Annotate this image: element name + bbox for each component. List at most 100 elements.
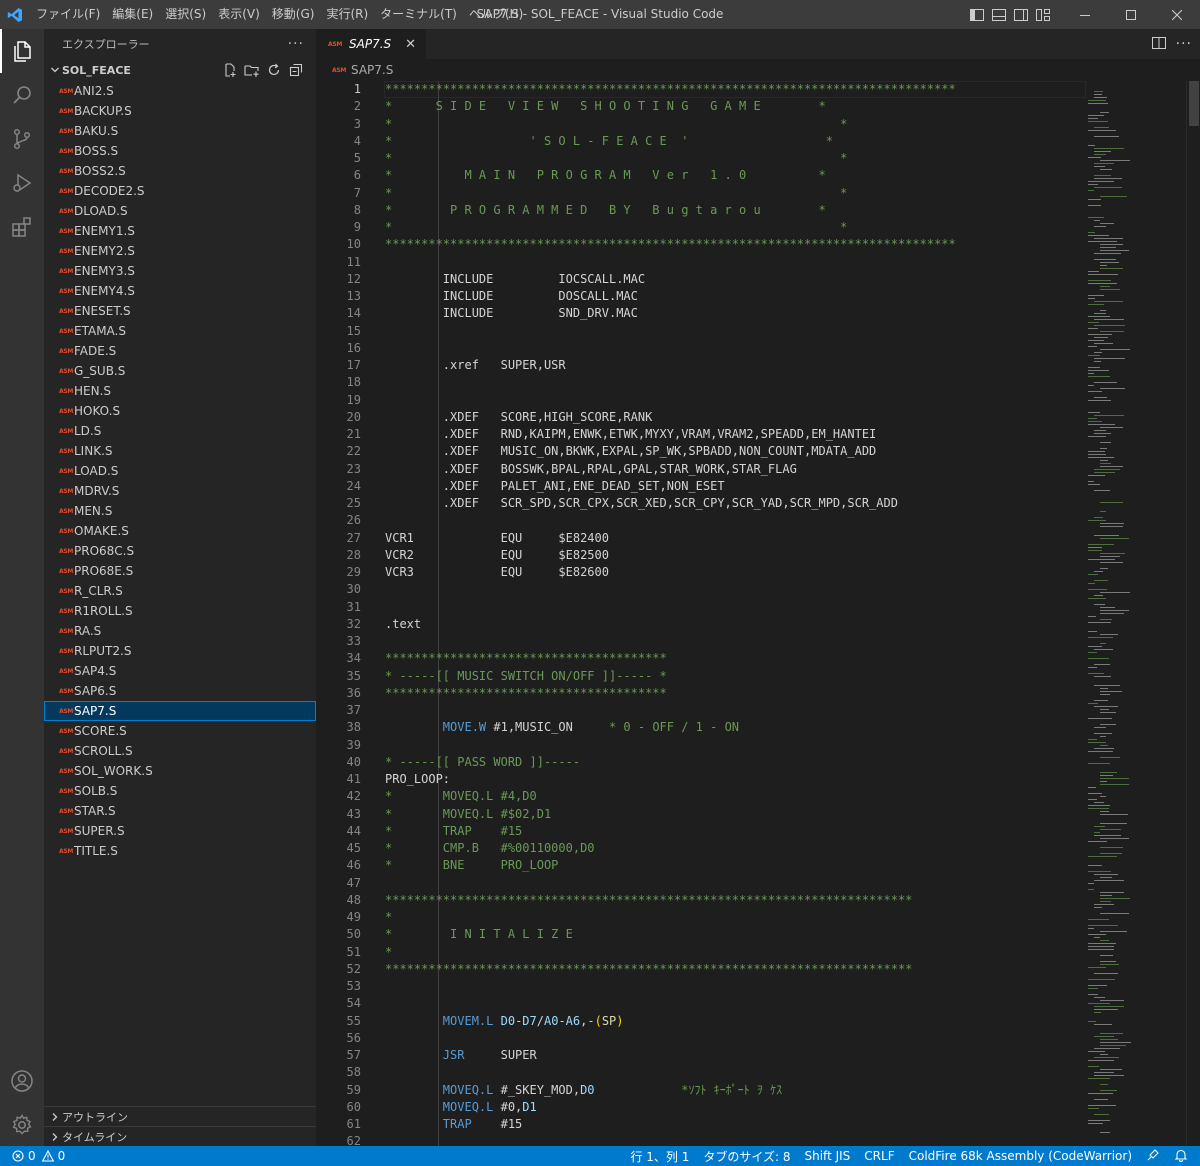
- close-window-button[interactable]: [1154, 0, 1200, 29]
- file-item[interactable]: ASM SAP7.S: [44, 701, 316, 721]
- breadcrumb[interactable]: ASM SAP7.S: [316, 59, 1200, 81]
- file-item[interactable]: ASM DLOAD.S: [44, 201, 316, 221]
- tab-size[interactable]: タブのサイズ: 8: [696, 1148, 797, 1165]
- file-item[interactable]: ASM TITLE.S: [44, 841, 316, 861]
- title-bar: ファイル(F) 編集(E) 選択(S) 表示(V) 移動(G) 実行(R) ターミナル(T)…: [0, 0, 1200, 29]
- menu-item[interactable]: 実行(R): [320, 0, 374, 29]
- file-item[interactable]: ASM BOSS2.S: [44, 161, 316, 181]
- file-item[interactable]: ASM SCORE.S: [44, 721, 316, 741]
- tab-sap7[interactable]: ASM SAP7.S ✕: [316, 29, 426, 59]
- cursor-position[interactable]: 行 1、列 1: [623, 1148, 696, 1165]
- code-line: 57 JSR SUPER: [316, 1047, 1096, 1064]
- file-item[interactable]: ASM ENEMY4.S: [44, 281, 316, 301]
- file-item[interactable]: ASM SOLB.S: [44, 781, 316, 801]
- outline-section[interactable]: アウトライン: [44, 1106, 316, 1126]
- file-item[interactable]: ASM BOSS.S: [44, 141, 316, 161]
- run-and-debug-icon[interactable]: [0, 161, 44, 205]
- scrollbar-thumb[interactable]: [1189, 81, 1199, 126]
- maximize-button[interactable]: [1108, 0, 1154, 29]
- collapse-all-icon[interactable]: [288, 61, 304, 79]
- file-item[interactable]: ASM ENEMY1.S: [44, 221, 316, 241]
- notifications-bell-icon[interactable]: [1167, 1148, 1200, 1165]
- file-item[interactable]: ASM ENESET.S: [44, 301, 316, 321]
- file-item[interactable]: ASM PRO68E.S: [44, 561, 316, 581]
- minimap-line: [1094, 91, 1103, 92]
- file-item[interactable]: ASM BAKU.S: [44, 121, 316, 141]
- folder-header[interactable]: SOL_FEACE: [44, 59, 316, 81]
- end-of-line[interactable]: CRLF: [857, 1149, 901, 1163]
- close-tab-icon[interactable]: ✕: [405, 37, 416, 52]
- code-line: 2 * S I D E V I E W S H O O T I N G G A M…: [316, 98, 1096, 115]
- file-item[interactable]: ASM SAP6.S: [44, 681, 316, 701]
- menu-item[interactable]: 表示(V): [212, 0, 266, 29]
- minimize-button[interactable]: [1062, 0, 1108, 29]
- explorer-icon[interactable]: [0, 29, 44, 73]
- timeline-section[interactable]: タイムライン: [44, 1126, 316, 1146]
- vertical-scrollbar[interactable]: [1186, 81, 1200, 1146]
- file-item[interactable]: ASM SAP4.S: [44, 661, 316, 681]
- toggle-panel-icon[interactable]: [988, 0, 1010, 29]
- breadcrumb-file[interactable]: SAP7.S: [351, 63, 393, 77]
- line-code: JSR SUPER: [385, 1047, 537, 1064]
- file-item[interactable]: ASM LD.S: [44, 421, 316, 441]
- minimap-line: [1100, 607, 1115, 608]
- minimap-line: [1100, 757, 1120, 758]
- menu-item[interactable]: 編集(E): [106, 0, 159, 29]
- file-item[interactable]: ASM MEN.S: [44, 501, 316, 521]
- file-item[interactable]: ASM STAR.S: [44, 801, 316, 821]
- file-item[interactable]: ASM SUPER.S: [44, 821, 316, 841]
- file-item[interactable]: ASM ANI2.S: [44, 81, 316, 101]
- file-item[interactable]: ASM SCROLL.S: [44, 741, 316, 761]
- asm-file-icon: ASM: [59, 567, 74, 575]
- refresh-icon[interactable]: [266, 61, 282, 79]
- file-item[interactable]: ASM PRO68C.S: [44, 541, 316, 561]
- file-item[interactable]: ASM MDRV.S: [44, 481, 316, 501]
- feedback-icon[interactable]: [1139, 1148, 1167, 1165]
- file-item[interactable]: ASM ENEMY2.S: [44, 241, 316, 261]
- code-editor[interactable]: 1 ***************************************…: [316, 81, 1200, 1146]
- file-item[interactable]: ASM G_SUB.S: [44, 361, 316, 381]
- search-icon[interactable]: [0, 73, 44, 117]
- file-item[interactable]: ASM RA.S: [44, 621, 316, 641]
- problems-status[interactable]: 0 0: [0, 1149, 65, 1163]
- line-number: 7: [353, 185, 361, 200]
- new-file-icon[interactable]: [222, 61, 238, 79]
- file-item[interactable]: ASM OMAKE.S: [44, 521, 316, 541]
- minimap[interactable]: [1084, 81, 1184, 1146]
- file-item[interactable]: ASM HEN.S: [44, 381, 316, 401]
- menu-item[interactable]: ターミナル(T): [374, 0, 463, 29]
- source-control-icon[interactable]: [0, 117, 44, 161]
- menu-item[interactable]: ヘルプ(H): [463, 0, 529, 29]
- toggle-primary-sidebar-icon[interactable]: [966, 0, 988, 29]
- file-item[interactable]: ASM HOKO.S: [44, 401, 316, 421]
- file-item[interactable]: ASM RLPUT2.S: [44, 641, 316, 661]
- file-item[interactable]: ASM R_CLR.S: [44, 581, 316, 601]
- minimap-line: [1100, 460, 1108, 461]
- file-item[interactable]: ASM ETAMA.S: [44, 321, 316, 341]
- vscode-logo-icon[interactable]: [0, 0, 30, 29]
- file-item[interactable]: ASM R1ROLL.S: [44, 601, 316, 621]
- file-item[interactable]: ASM SOL_WORK.S: [44, 761, 316, 781]
- split-editor-icon[interactable]: [1151, 36, 1166, 52]
- menu-item[interactable]: ファイル(F): [30, 0, 106, 29]
- file-item[interactable]: ASM LOAD.S: [44, 461, 316, 481]
- more-actions-icon[interactable]: ···: [1176, 36, 1192, 52]
- manage-gear-icon[interactable]: [0, 1103, 44, 1147]
- new-folder-icon[interactable]: [244, 61, 260, 79]
- more-actions-icon[interactable]: ···: [288, 36, 304, 52]
- extensions-icon[interactable]: [0, 205, 44, 249]
- file-encoding[interactable]: Shift JIS: [798, 1149, 858, 1163]
- accounts-icon[interactable]: [0, 1059, 44, 1103]
- file-item[interactable]: ASM ENEMY3.S: [44, 261, 316, 281]
- toggle-secondary-sidebar-icon[interactable]: [1010, 0, 1032, 29]
- menu-item[interactable]: 移動(G): [266, 0, 321, 29]
- line-number: 46: [346, 858, 361, 873]
- language-mode[interactable]: ColdFire 68k Assembly (CodeWarrior): [902, 1149, 1139, 1163]
- customize-layout-icon[interactable]: [1032, 0, 1054, 29]
- file-item[interactable]: ASM DECODE2.S: [44, 181, 316, 201]
- file-item[interactable]: ASM BACKUP.S: [44, 101, 316, 121]
- menu-item[interactable]: 選択(S): [159, 0, 212, 29]
- file-item[interactable]: ASM FADE.S: [44, 341, 316, 361]
- file-item[interactable]: ASM LINK.S: [44, 441, 316, 461]
